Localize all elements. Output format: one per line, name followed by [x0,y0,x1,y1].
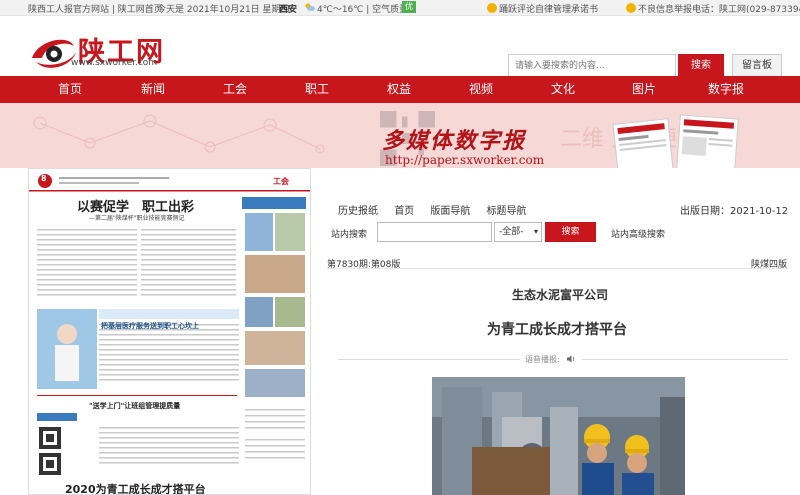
home-link[interactable]: 首页 [394,206,414,217]
divider [338,359,520,360]
site-search-input[interactable] [377,222,492,242]
cloud-icon [304,1,316,13]
article-subtitle: 生态水泥富平公司 [512,288,609,302]
search-scope-select[interactable]: -全部- ▾ [494,222,542,242]
article-title: 为青工成长成才搭平台 [487,322,627,338]
current-date: 今天是 2021年10月21日 星期四 [157,5,290,15]
paper-subhead: —第二届"陕煤杯"职业技能竞赛侧记 [89,215,185,222]
message-board-button[interactable]: 留言板 [732,54,782,77]
divider [582,359,788,360]
newspaper-stack-image [612,114,739,168]
paper-mid-headline[interactable]: 把基层医疗服务送到职工心坎上 [101,321,199,331]
workers-photo-image [432,377,685,495]
weather-city: 西安 [279,5,298,15]
paper-bottom-headline[interactable]: 2020为青工成长成才搭平台 [65,481,206,494]
search-input[interactable] [508,54,676,77]
content-nav: 历史报纸 首页 版面导航 标题导航 [338,202,540,217]
digital-paper-banner: 多媒体数字报 http://paper.sxworker.com 二维 更方便 [0,103,800,168]
notice-icon [487,3,497,13]
newspaper-page-thumbnail[interactable]: 8 工会 以赛促学 职工出彩 —第二届"陕煤杯"职业技能竞赛侧记 把基层医疗服务… [28,168,311,495]
commitment-link[interactable]: 踊跃评论自律管理承诺书 [499,2,598,15]
site-header: 陕工网 www.sxworker.com 搜索 留言板 [0,16,800,77]
history-papers-link[interactable]: 历史报纸 [338,206,378,217]
voice-label: 语音播报: [525,355,560,364]
banner-url: http://paper.sxworker.com [385,153,545,167]
nav-item-video[interactable]: 视频 [451,76,511,103]
publish-date: 出版日期：2021-10-12 [680,206,789,217]
speaker-icon[interactable] [566,354,576,364]
banner-title: 多媒体数字报 [382,128,527,154]
select-value: -全部- [499,227,524,237]
page-number: 8 [41,174,47,183]
nav-item-pictures[interactable]: 图片 [614,76,674,103]
nav-item-news[interactable]: 新闻 [123,76,183,103]
page-section: 工会 [273,177,289,186]
banner-decoration-icon [33,114,325,154]
report-phone: 不良信息举报电话：陕工网(029-87339475) [638,5,800,15]
article-photo[interactable] [432,377,685,495]
main-nav: 首页 新闻 工会 职工 权益 视频 文化 图片 数字报 [0,76,800,103]
chevron-down-icon: ▾ [533,227,538,236]
nav-item-workers[interactable]: 职工 [287,76,347,103]
site-search-label: 站内搜索 [331,230,368,240]
site-search-button[interactable]: 搜索 [545,222,596,242]
search-button[interactable]: 搜索 [678,54,724,77]
nav-item-union[interactable]: 工会 [205,76,265,103]
logo-url: www.sxworker.com [71,58,158,68]
nav-item-rights[interactable]: 权益 [369,76,429,103]
top-bar: 陕西工人报官方网站 | 陕工网首页 今天是 2021年10月21日 星期四 西安… [0,0,800,16]
advanced-search-link[interactable]: 站内高级搜索 [611,227,665,240]
air-quality-badge: 优 [402,1,416,13]
nav-item-home[interactable]: 首页 [40,76,100,103]
nav-item-digital-paper[interactable]: 数字报 [696,76,756,103]
weather-text: 4℃～16℃ | 空气质量: [317,5,412,15]
title-nav-link[interactable]: 标题导航 [487,206,527,217]
paper-block-headline[interactable]: "送学上门"让班组管理提质量 [89,401,180,411]
notice-icon [626,3,636,13]
nav-item-culture[interactable]: 文化 [533,76,593,103]
divider [327,268,788,269]
page-nav-link[interactable]: 版面导航 [430,206,470,217]
site-links[interactable]: 陕西工人报官方网站 | 陕工网首页 [28,2,163,15]
